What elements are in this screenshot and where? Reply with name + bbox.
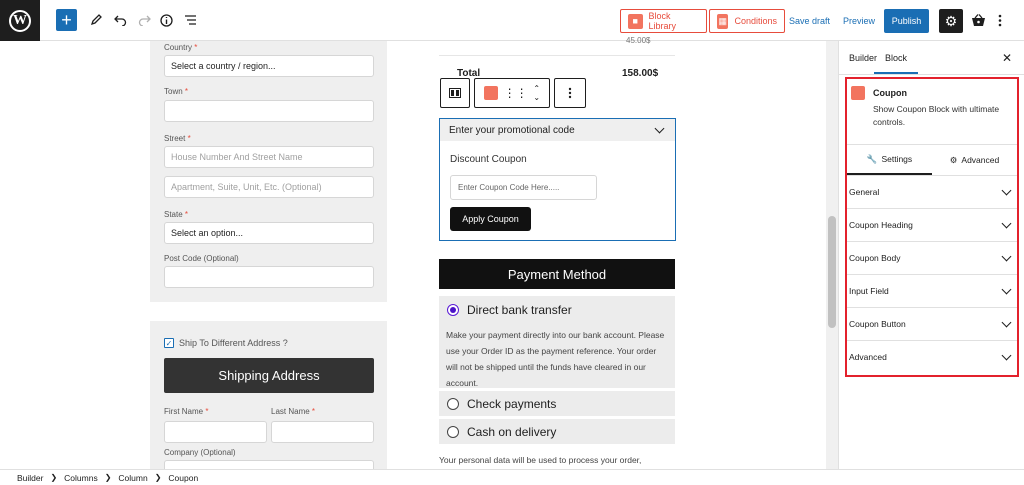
radio-unselected[interactable] bbox=[447, 397, 459, 410]
undo-icon[interactable] bbox=[112, 9, 128, 31]
parent-block-button[interactable] bbox=[440, 78, 470, 108]
radio-selected[interactable] bbox=[447, 303, 459, 316]
chevron-right-icon: ❯ bbox=[50, 473, 58, 482]
move-up-down-icon[interactable]: ⌃ ⌄ bbox=[533, 84, 540, 102]
first-name-input[interactable] bbox=[164, 421, 267, 443]
coupon-block-icon bbox=[851, 86, 865, 100]
breadcrumb-item[interactable]: Builder bbox=[17, 473, 43, 483]
block-options-icon[interactable] bbox=[554, 78, 586, 108]
basket-icon: ■ bbox=[628, 13, 643, 29]
radio-unselected[interactable] bbox=[447, 425, 459, 438]
country-select[interactable]: Select a country / region... bbox=[164, 55, 374, 77]
settings-gear-icon[interactable]: ⚙ bbox=[939, 9, 963, 33]
panel-coupon-heading[interactable]: Coupon Heading bbox=[847, 208, 1017, 241]
coupon-heading[interactable]: Enter your promotional code bbox=[440, 119, 675, 141]
block-toolbar: ⋮⋮ ⌃ ⌄ bbox=[440, 78, 586, 108]
scrollbar-thumb[interactable] bbox=[828, 216, 836, 328]
last-name-input[interactable] bbox=[271, 421, 374, 443]
subtab-settings[interactable]: 🔧 Settings bbox=[847, 145, 932, 175]
add-block-button[interactable]: + bbox=[56, 9, 77, 31]
panel-coupon-button[interactable]: Coupon Button bbox=[847, 307, 1017, 340]
street2-input[interactable]: Apartment, Suite, Unit, Etc. (Optional) bbox=[164, 176, 374, 198]
breadcrumb-item[interactable]: Column bbox=[118, 473, 147, 483]
editor-toolbar: W + ■ Block Library ▦ Conditions Save dr… bbox=[0, 0, 1024, 41]
postcode-label: Post Code (Optional) bbox=[164, 254, 239, 263]
street-input[interactable]: House Number And Street Name bbox=[164, 146, 374, 168]
block-description: Show Coupon Block with ultimate controls… bbox=[873, 104, 1000, 127]
wordpress-logo-icon[interactable]: W bbox=[0, 0, 40, 41]
payment-description: Make your payment directly into our bank… bbox=[439, 322, 675, 388]
discount-coupon-title: Discount Coupon bbox=[450, 154, 527, 165]
gear-icon: ⚙ bbox=[949, 154, 958, 165]
country-label: Country * bbox=[164, 43, 198, 52]
breadcrumb-item[interactable]: Coupon bbox=[168, 473, 198, 483]
town-label: Town * bbox=[164, 87, 189, 96]
chevron-down-icon bbox=[1001, 350, 1012, 360]
list-view-icon[interactable] bbox=[182, 9, 198, 31]
settings-sidebar: Builder Block ✕ Coupon Show Coupon Block… bbox=[838, 41, 1024, 469]
apply-coupon-button[interactable]: Apply Coupon bbox=[450, 207, 531, 231]
tab-block[interactable]: Block bbox=[874, 53, 919, 74]
payment-method-heading: Payment Method bbox=[439, 259, 675, 289]
shipping-address-heading: Shipping Address bbox=[164, 358, 374, 393]
payment-option-cod[interactable]: Cash on delivery bbox=[439, 419, 675, 444]
preview-button[interactable]: Preview bbox=[843, 16, 875, 26]
chevron-down-icon bbox=[1001, 185, 1012, 195]
postcode-input[interactable] bbox=[164, 266, 374, 288]
wrench-icon: 🔧 bbox=[866, 153, 878, 164]
subtab-advanced[interactable]: ⚙ Advanced bbox=[932, 145, 1017, 175]
payment-option-bank[interactable]: Direct bank transfer bbox=[439, 296, 675, 323]
panel-input-field[interactable]: Input Field bbox=[847, 274, 1017, 307]
coupon-block-icon[interactable] bbox=[483, 86, 498, 100]
redo-icon[interactable] bbox=[136, 9, 152, 31]
more-options-icon[interactable] bbox=[994, 9, 1006, 31]
breadcrumb: Builder ❯ Columns ❯ Column ❯ Coupon bbox=[0, 469, 1024, 485]
chevron-down-icon bbox=[1001, 218, 1012, 228]
state-select[interactable]: Select an option... bbox=[164, 222, 374, 244]
chevron-down-icon bbox=[1001, 317, 1012, 327]
last-name-label: Last Name * bbox=[271, 407, 316, 416]
chevron-right-icon: ❯ bbox=[154, 473, 162, 482]
panel-coupon-body[interactable]: Coupon Body bbox=[847, 241, 1017, 274]
chevron-right-icon: ❯ bbox=[104, 473, 112, 482]
pencil-tools-icon[interactable] bbox=[88, 9, 104, 31]
town-input[interactable] bbox=[164, 100, 374, 122]
payment-option-check[interactable]: Check payments bbox=[439, 391, 675, 416]
basket-plugin-icon[interactable] bbox=[969, 9, 987, 31]
block-library-button[interactable]: ■ Block Library bbox=[620, 9, 707, 33]
tab-builder[interactable]: Builder bbox=[849, 53, 877, 63]
chevron-down-icon bbox=[1001, 284, 1012, 294]
info-icon[interactable] bbox=[158, 9, 174, 31]
street-label: Street * bbox=[164, 134, 191, 143]
ship-different-checkbox[interactable]: ✓ bbox=[164, 338, 174, 348]
coupon-block[interactable]: Enter your promotional code Discount Cou… bbox=[439, 118, 676, 241]
block-name: Coupon bbox=[873, 88, 907, 98]
publish-button[interactable]: Publish bbox=[884, 9, 929, 33]
total-value: 158.00$ bbox=[622, 68, 659, 79]
first-name-label: First Name * bbox=[164, 407, 209, 416]
coupon-code-input[interactable]: Enter Coupon Code Here..... bbox=[450, 175, 597, 200]
save-draft-button[interactable]: Save draft bbox=[789, 16, 830, 26]
privacy-text: Your personal data will be used to proce… bbox=[439, 455, 642, 465]
close-icon[interactable]: ✕ bbox=[1002, 51, 1012, 65]
company-label: Company (Optional) bbox=[164, 448, 236, 457]
editor-canvas bbox=[0, 41, 826, 469]
tabs-divider bbox=[839, 74, 1024, 75]
state-label: State * bbox=[164, 210, 189, 219]
order-divider bbox=[439, 55, 675, 56]
chevron-down-icon bbox=[1001, 251, 1012, 261]
breadcrumb-item[interactable]: Columns bbox=[64, 473, 98, 483]
chevron-down-icon bbox=[654, 123, 665, 133]
conditions-button[interactable]: ▦ Conditions bbox=[709, 9, 785, 33]
drag-handle-icon[interactable]: ⋮⋮ bbox=[504, 86, 528, 100]
order-partial-amount: 45.00$ bbox=[626, 36, 651, 45]
company-input[interactable] bbox=[164, 460, 374, 469]
panel-advanced[interactable]: Advanced bbox=[847, 340, 1017, 373]
ship-different-label: Ship To Different Address ? bbox=[179, 338, 288, 348]
block-controls: ⋮⋮ ⌃ ⌄ bbox=[474, 78, 550, 108]
panel-general[interactable]: General bbox=[847, 175, 1017, 208]
conditions-icon: ▦ bbox=[717, 13, 729, 29]
